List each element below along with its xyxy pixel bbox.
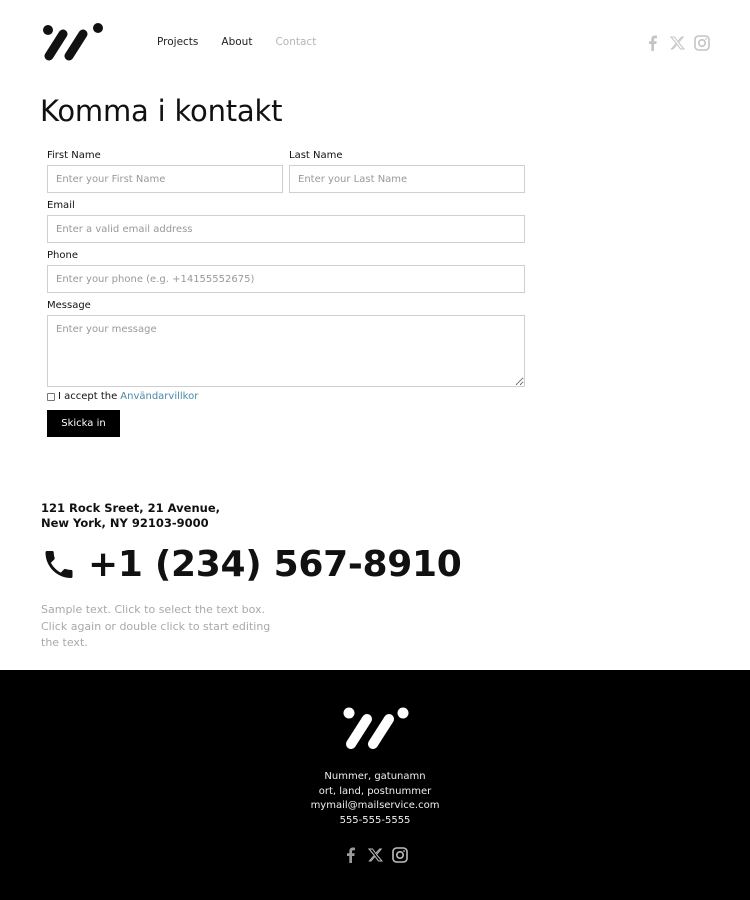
phone-icon bbox=[45, 551, 73, 578]
instagram-icon[interactable] bbox=[392, 846, 409, 864]
nav-contact[interactable]: Contact bbox=[275, 36, 316, 48]
footer-street: Nummer, gatunamn bbox=[324, 771, 426, 782]
facebook-icon[interactable] bbox=[342, 846, 359, 864]
brand-logo[interactable] bbox=[41, 22, 105, 62]
site-footer: Nummer, gatunamn ort, land, postnummer m… bbox=[0, 670, 750, 900]
contact-form: First Name Last Name Email Phone Message… bbox=[47, 150, 525, 437]
address-line-1: 121 Rock Sreet, 21 Avenue, bbox=[41, 501, 220, 515]
terms-link[interactable]: Användarvillkor bbox=[120, 391, 198, 402]
first-name-label: First Name bbox=[47, 150, 101, 161]
message-textarea[interactable] bbox=[47, 315, 525, 387]
address-line-2: New York, NY 92103-9000 bbox=[41, 515, 209, 530]
instagram-icon[interactable] bbox=[694, 34, 710, 52]
phone-input[interactable] bbox=[47, 265, 525, 293]
nav-about[interactable]: About bbox=[221, 36, 252, 48]
nav-projects[interactable]: Projects bbox=[157, 36, 198, 48]
terms-row: I accept the Användarvillkor bbox=[47, 391, 525, 402]
email-input[interactable] bbox=[47, 215, 525, 243]
footer-social-links bbox=[0, 846, 750, 864]
footer-logo[interactable] bbox=[342, 706, 410, 752]
footer-city: ort, land, postnummer bbox=[318, 785, 432, 797]
sample-text: Sample text. Click to select the text bo… bbox=[41, 603, 271, 649]
phone-label: Phone bbox=[47, 250, 78, 261]
last-name-label: Last Name bbox=[289, 150, 343, 161]
last-name-input[interactable] bbox=[289, 165, 525, 193]
terms-prefix: I accept the bbox=[58, 391, 118, 402]
first-name-input[interactable] bbox=[47, 165, 283, 193]
footer-contact-info: Nummer, gatunamn ort, land, postnummer m… bbox=[0, 770, 750, 829]
submit-button[interactable]: Skicka in bbox=[47, 410, 120, 437]
message-label: Message bbox=[47, 300, 91, 311]
x-icon[interactable] bbox=[669, 34, 685, 52]
footer-email[interactable]: mymail@mailservice.com bbox=[0, 799, 750, 814]
main-nav: Projects About Contact bbox=[157, 36, 339, 48]
x-icon[interactable] bbox=[367, 846, 384, 864]
header-social-links bbox=[644, 34, 710, 52]
footer-phone: 555-555-5555 bbox=[339, 815, 411, 827]
address-block: 121 Rock Sreet, 21 Avenue, New York, NY … bbox=[41, 501, 220, 530]
email-label: Email bbox=[47, 200, 75, 211]
facebook-icon[interactable] bbox=[644, 34, 660, 52]
terms-checkbox[interactable] bbox=[47, 392, 55, 401]
page-title: Komma i kontakt bbox=[40, 94, 283, 128]
phone-row: +1 (234) 567-8910 bbox=[41, 544, 462, 585]
site-header: Projects About Contact bbox=[0, 0, 750, 90]
phone-number: +1 (234) 567-8910 bbox=[88, 544, 462, 585]
